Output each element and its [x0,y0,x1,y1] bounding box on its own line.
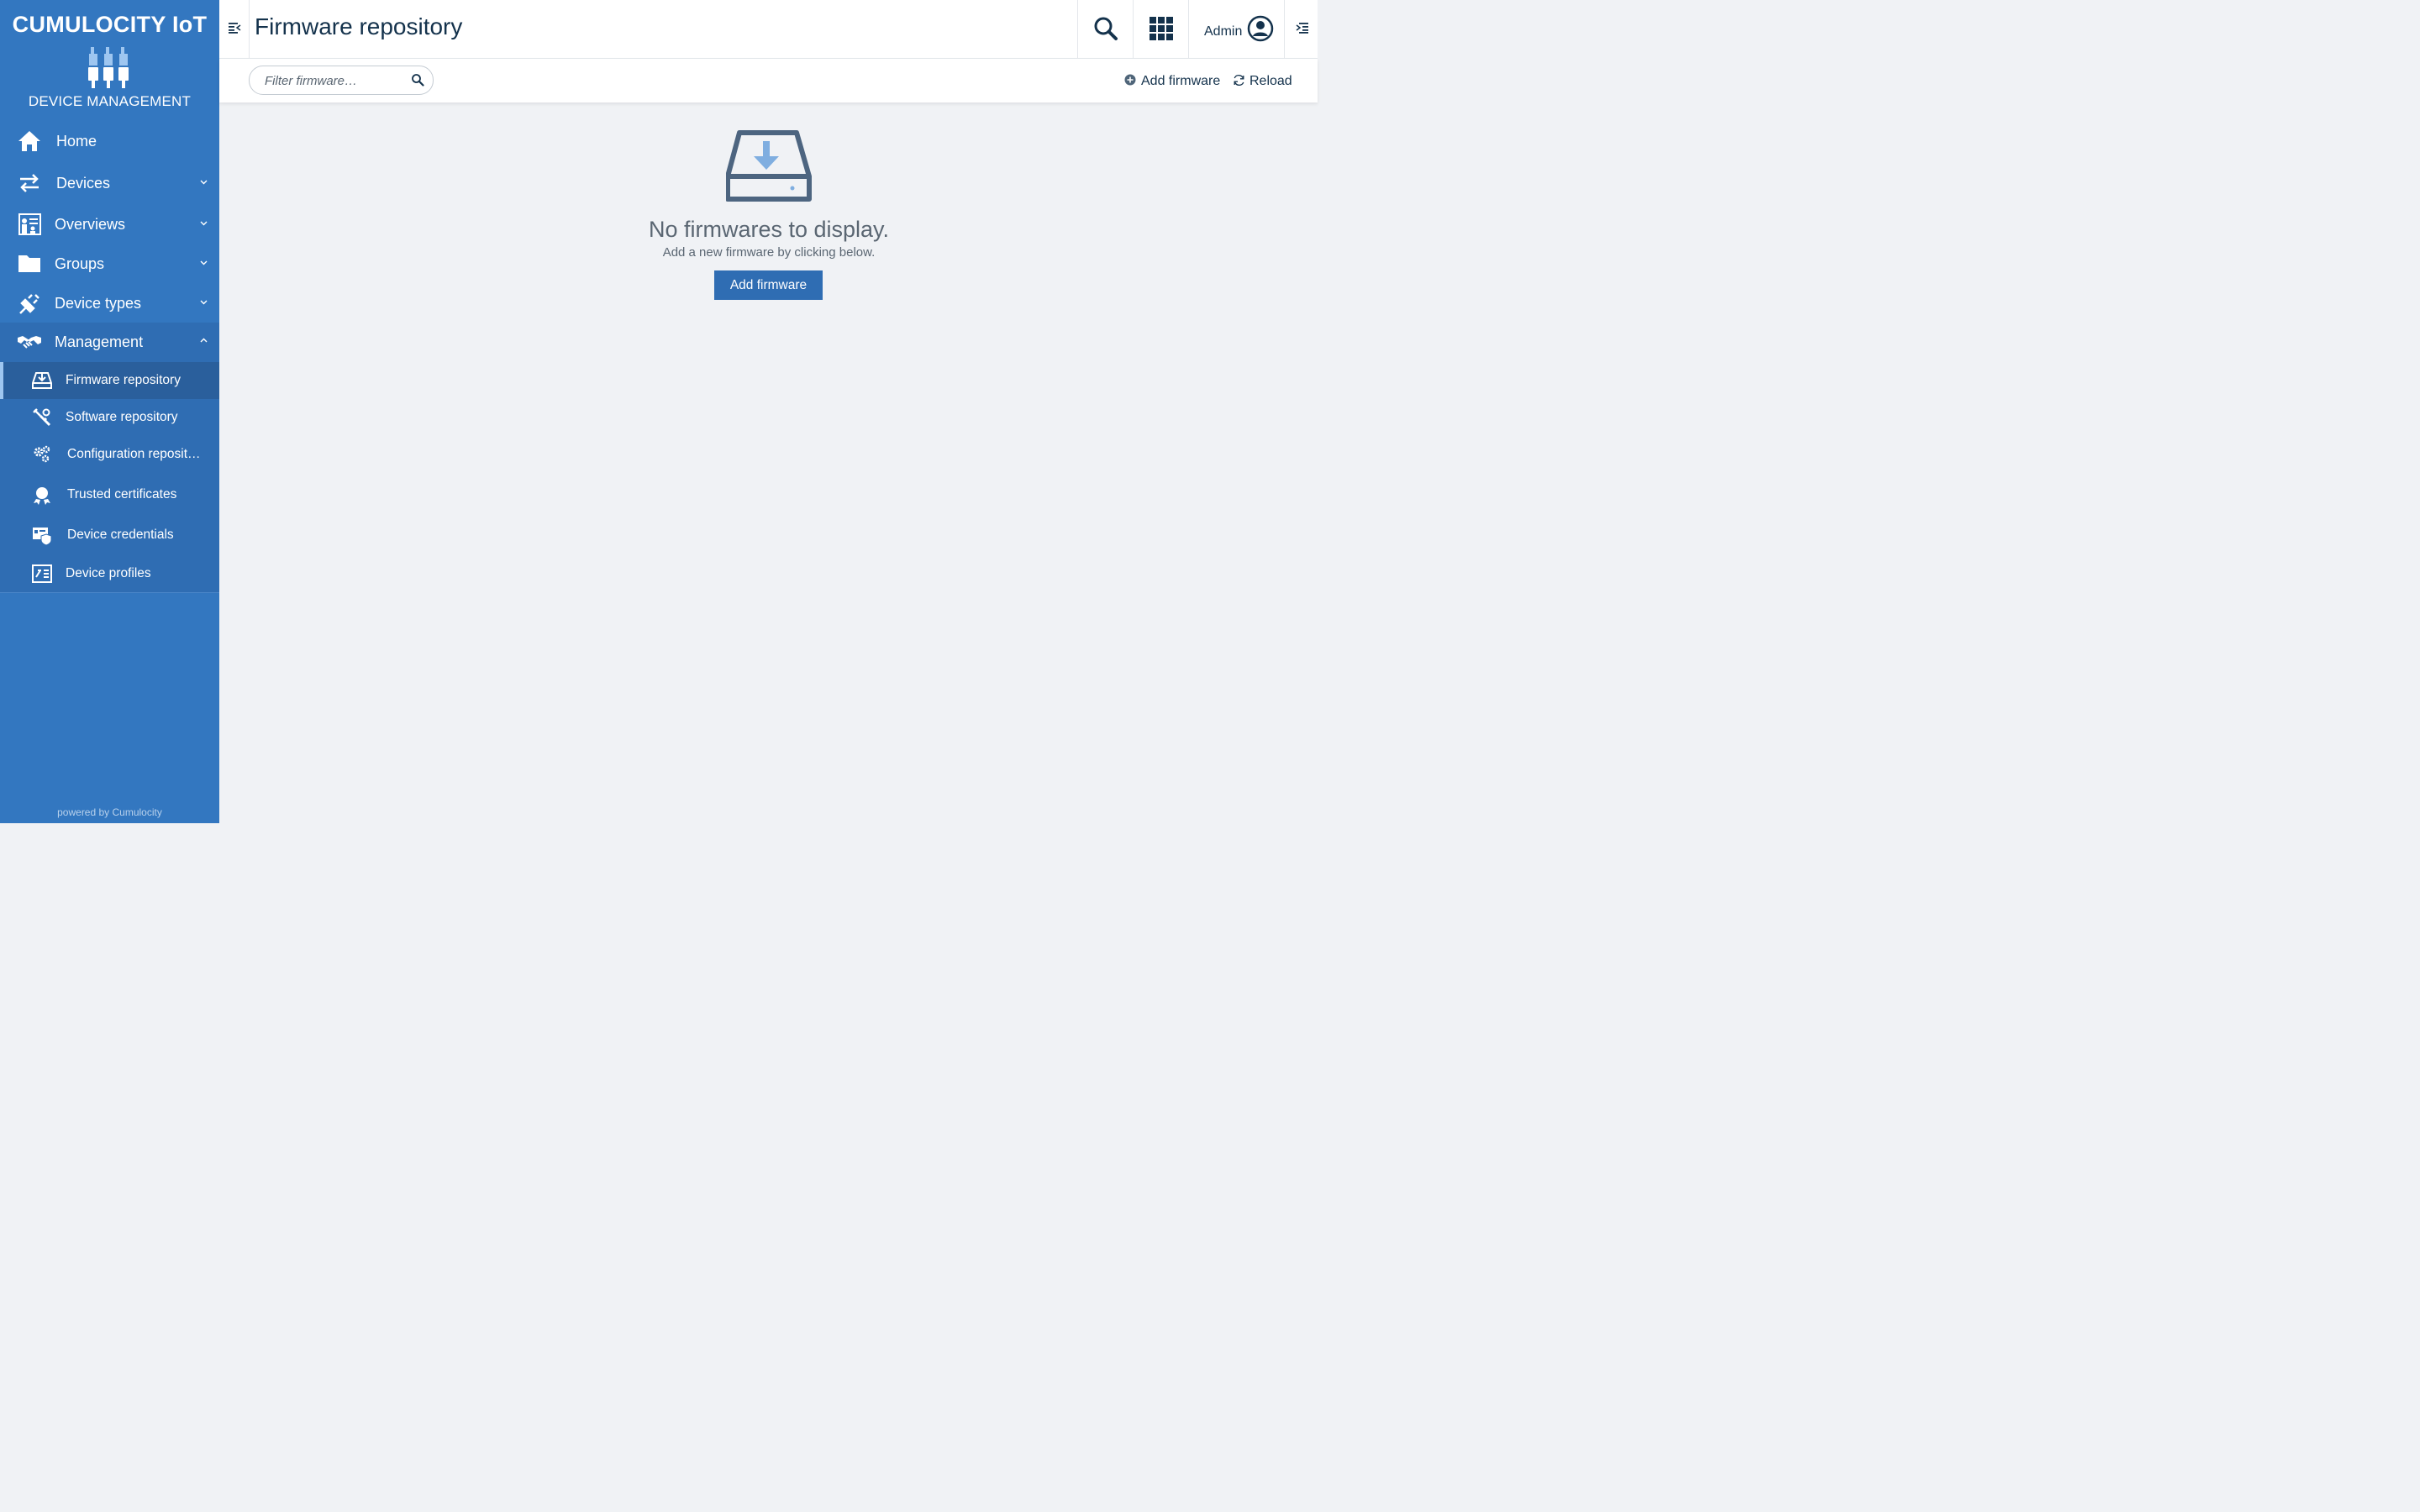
chevron-up-icon [200,338,208,343]
menu-collapse-icon [229,23,241,34]
user-avatar-icon [1247,15,1274,42]
user-name: Admin [1204,24,1243,39]
sidebar-item-firmware-repository[interactable]: Firmware repository [0,362,219,399]
search-icon[interactable] [411,73,424,87]
sidebar-item-label: Firmware repository [66,373,181,387]
reload-action-label: Reload [1249,74,1292,88]
toggle-sidebar-button[interactable] [219,0,250,58]
handshake-icon [18,336,41,349]
powered-by-text: powered by Cumulocity [57,806,162,818]
sidebar-item-devices[interactable]: Devices [0,164,219,202]
user-menu-button[interactable]: Admin [1188,0,1285,58]
dashboard-presentation-icon [18,213,41,235]
top-header: Firmware repository Admin [219,0,1318,59]
empty-state-title: No firmwares to display. [648,217,890,242]
app-grid-icon [1150,17,1173,40]
folder-icon [18,255,40,272]
sidebar-item-device-types[interactable]: Device types [0,284,219,323]
management-submenu: Firmware repository Software repository … [0,361,219,593]
sidebar: CUMULOCITY IoT DEVICE MANAGEMENT Home De… [0,0,219,823]
add-firmware-action-label: Add firmware [1141,74,1221,88]
app-switcher-button[interactable] [1133,0,1189,58]
plus-circle-icon [1124,74,1136,86]
credentials-shield-icon [33,528,52,545]
search-icon [1094,17,1118,40]
empty-state-subtitle: Add a new firmware by clicking below. [662,245,876,260]
sidebar-item-configuration-repository[interactable]: Configuration reposit… [0,436,219,473]
chevron-down-icon [200,300,208,305]
brand-block: CUMULOCITY IoT DEVICE MANAGEMENT [0,0,219,118]
sidebar-item-label: Device types [55,295,142,312]
plug-icon [19,294,39,314]
sidebar-item-overviews[interactable]: Overviews [0,205,219,244]
chevron-down-icon [200,221,208,226]
brand-title: CUMULOCITY IoT [12,12,208,37]
sidebar-item-label: Configuration reposit… [67,447,201,461]
filter-firmware-input[interactable] [263,71,401,90]
gears-icon [34,445,50,463]
sidebar-item-device-profiles[interactable]: Device profiles [0,555,219,592]
sidebar-item-groups[interactable]: Groups [0,244,219,283]
sidebar-item-label: Groups [55,255,105,272]
sidebar-item-label: Overviews [55,216,126,233]
sidebar-item-label: Management [55,333,144,350]
device-profile-icon [32,564,52,583]
right-drawer-icon [1296,23,1308,34]
sidebar-item-label: Device profiles [66,566,151,580]
sidebar-item-home[interactable]: Home [0,122,219,160]
sidebar-item-label: Trusted certificates [67,487,177,501]
global-search-button[interactable] [1077,0,1134,58]
add-firmware-button[interactable]: Add firmware [714,270,823,300]
sidebar-item-trusted-certificates[interactable]: Trusted certificates [0,476,219,513]
certificate-icon [34,487,50,505]
software-tools-icon [33,408,51,427]
action-bar: Add firmware Reload [219,59,1318,102]
app-root: CUMULOCITY IoT DEVICE MANAGEMENT Home De… [0,0,1318,823]
hard-drive-download-icon [32,372,52,389]
home-icon [18,131,40,151]
sidebar-item-label: Device credentials [67,528,174,542]
filter-firmware-field [249,66,434,95]
chevron-down-icon [200,180,208,185]
sidebar-item-software-repository[interactable]: Software repository [0,399,219,436]
toggle-right-drawer-button[interactable] [1284,0,1318,58]
refresh-icon [1234,75,1244,86]
sidebar-item-label: Devices [56,175,111,192]
chevron-down-icon [200,260,208,265]
device-management-logo-icon [88,47,129,88]
sidebar-item-device-credentials[interactable]: Device credentials [0,517,219,554]
sidebar-item-label: Home [56,133,97,150]
exchange-arrows-icon [20,174,39,192]
page-title: Firmware repository [255,13,463,39]
hard-drive-download-icon [726,130,812,202]
sidebar-item-label: Software repository [66,410,178,424]
brand-subtitle: DEVICE MANAGEMENT [28,93,192,109]
sidebar-item-management[interactable]: Management [0,323,219,362]
